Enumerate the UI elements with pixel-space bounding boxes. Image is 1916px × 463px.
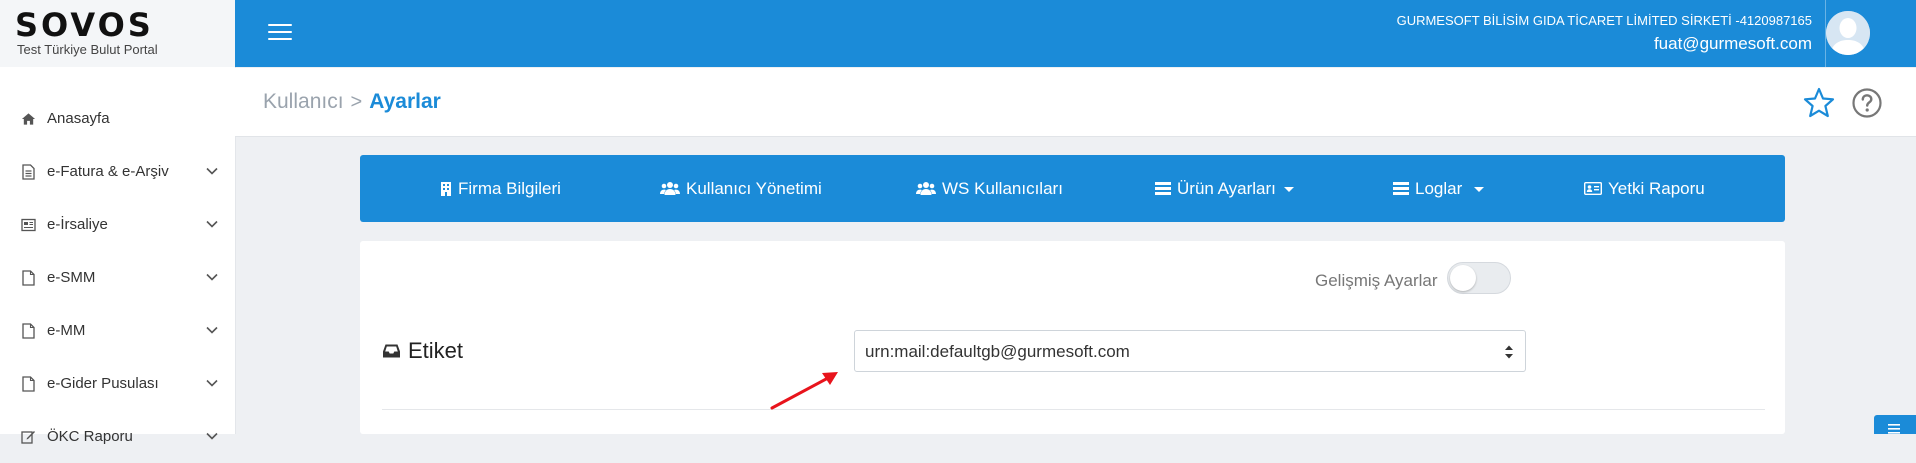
home-icon xyxy=(20,111,36,127)
avatar[interactable] xyxy=(1826,11,1870,55)
tab-label: Kullanıcı Yönetimi xyxy=(686,178,822,198)
list-icon xyxy=(1888,424,1900,434)
sidebar: SOVOS Test Türkiye Bulut Portal Anasayfa… xyxy=(0,0,236,445)
file-icon xyxy=(20,322,36,339)
tab-label: Yetki Raporu xyxy=(1608,178,1705,198)
breadcrumb-separator: > xyxy=(350,90,363,113)
toggle-knob xyxy=(1450,265,1476,291)
etiket-heading: Etiket xyxy=(382,338,463,364)
top-bar: GURMESOFT BİLİSİM GIDA TİCARET LİMİTED S… xyxy=(235,0,1916,67)
sidebar-item-efatura[interactable]: e-Fatura & e-Arşiv xyxy=(0,145,235,198)
chevron-down-icon xyxy=(206,379,218,387)
sidebar-item-egider[interactable]: e-Gider Pusulası xyxy=(0,357,235,410)
sidebar-item-eirsaliye[interactable]: e-İrsaliye xyxy=(0,198,235,251)
etiket-select-value: urn:mail:defaultgb@gurmesoft.com xyxy=(865,342,1130,361)
tab-label: Ürün Ayarları xyxy=(1177,178,1276,198)
etiket-title: Etiket xyxy=(408,338,464,363)
page-title: Ayarlar xyxy=(369,90,441,113)
chevron-down-icon xyxy=(206,432,218,440)
users-icon xyxy=(916,182,936,195)
section-divider xyxy=(382,409,1765,410)
file-icon xyxy=(20,375,36,392)
sidebar-item-label: e-SMM xyxy=(47,269,96,286)
tab-label: Firma Bilgileri xyxy=(458,178,561,198)
tab-label: WS Kullanıcıları xyxy=(942,178,1063,198)
sidebar-item-label: e-İrsaliye xyxy=(47,216,108,233)
sidebar-item-label: ÖKC Raporu xyxy=(47,428,133,445)
advanced-settings-label: Gelişmiş Ayarlar xyxy=(1315,271,1438,290)
chevron-down-icon xyxy=(206,167,218,175)
document-icon xyxy=(20,163,36,180)
building-icon xyxy=(441,181,451,196)
settings-tab-bar: Firma Bilgileri Kullanıcı Yönetimi WS Ku… xyxy=(360,155,1785,222)
user-email[interactable]: fuat@gurmesoft.com xyxy=(1654,34,1812,54)
newspaper-icon xyxy=(20,217,36,233)
brand-area: SOVOS Test Türkiye Bulut Portal xyxy=(0,0,235,67)
tab-kullanici-yonetimi[interactable]: Kullanıcı Yönetimi xyxy=(660,155,822,222)
caret-down-icon xyxy=(1474,187,1485,192)
sidebar-item-label: e-Fatura & e-Arşiv xyxy=(47,163,169,180)
etiket-select[interactable]: urn:mail:defaultgb@gurmesoft.com xyxy=(854,330,1526,372)
sidebar-item-anasayfa[interactable]: Anasayfa xyxy=(0,92,235,145)
tab-firma-bilgileri[interactable]: Firma Bilgileri xyxy=(440,155,561,222)
brand-subtitle: Test Türkiye Bulut Portal xyxy=(17,42,158,57)
chevron-down-icon xyxy=(206,326,218,334)
file-icon xyxy=(20,269,36,286)
inbox-icon xyxy=(383,344,400,358)
company-name: GURMESOFT BİLİSİM GIDA TİCARET LİMİTED S… xyxy=(1396,13,1812,28)
tab-loglar[interactable]: Loglar xyxy=(1393,155,1485,222)
edit-icon xyxy=(20,429,36,445)
sidebar-item-esmm[interactable]: e-SMM xyxy=(0,251,235,304)
chevron-down-icon xyxy=(206,220,218,228)
sidebar-item-label: Anasayfa xyxy=(47,110,110,127)
breadcrumb: Kullanıcı > Ayarlar xyxy=(263,90,441,114)
help-icon[interactable] xyxy=(1850,86,1884,120)
caret-down-icon xyxy=(1283,187,1294,192)
list-icon xyxy=(1393,182,1409,195)
menu-toggle-icon[interactable] xyxy=(268,24,292,44)
users-icon xyxy=(660,182,680,195)
user-avatar-icon xyxy=(1826,11,1870,55)
sovos-logo[interactable]: SOVOS xyxy=(15,6,154,44)
tab-label: Loglar xyxy=(1415,178,1463,198)
sidebar-nav: Anasayfa e-Fatura & e-Arşiv e-İrsaliye e… xyxy=(0,92,235,463)
sidebar-item-label: e-MM xyxy=(47,322,86,339)
page-header: Kullanıcı > Ayarlar xyxy=(235,68,1916,137)
tab-yetki-raporu[interactable]: Yetki Raporu xyxy=(1584,155,1705,222)
chevron-down-icon xyxy=(206,273,218,281)
sidebar-item-emm[interactable]: e-MM xyxy=(0,304,235,357)
settings-card: Gelişmiş Ayarlar Etiket urn:mail:default… xyxy=(360,241,1785,434)
star-icon[interactable] xyxy=(1802,86,1836,120)
tab-urun-ayarlari[interactable]: Ürün Ayarları xyxy=(1155,155,1294,222)
id-card-icon xyxy=(1584,182,1602,195)
advanced-settings-toggle[interactable] xyxy=(1447,262,1511,294)
sidebar-item-label: e-Gider Pusulası xyxy=(47,375,159,392)
breadcrumb-parent[interactable]: Kullanıcı xyxy=(263,90,344,114)
sidebar-item-okc[interactable]: ÖKC Raporu xyxy=(0,410,235,463)
annotation-arrow-icon xyxy=(770,372,838,410)
scroll-to-top-button[interactable] xyxy=(1874,415,1916,434)
select-arrows-icon xyxy=(1505,345,1513,359)
tab-ws-kullanicilari[interactable]: WS Kullanıcıları xyxy=(916,155,1063,222)
list-icon xyxy=(1155,182,1171,195)
